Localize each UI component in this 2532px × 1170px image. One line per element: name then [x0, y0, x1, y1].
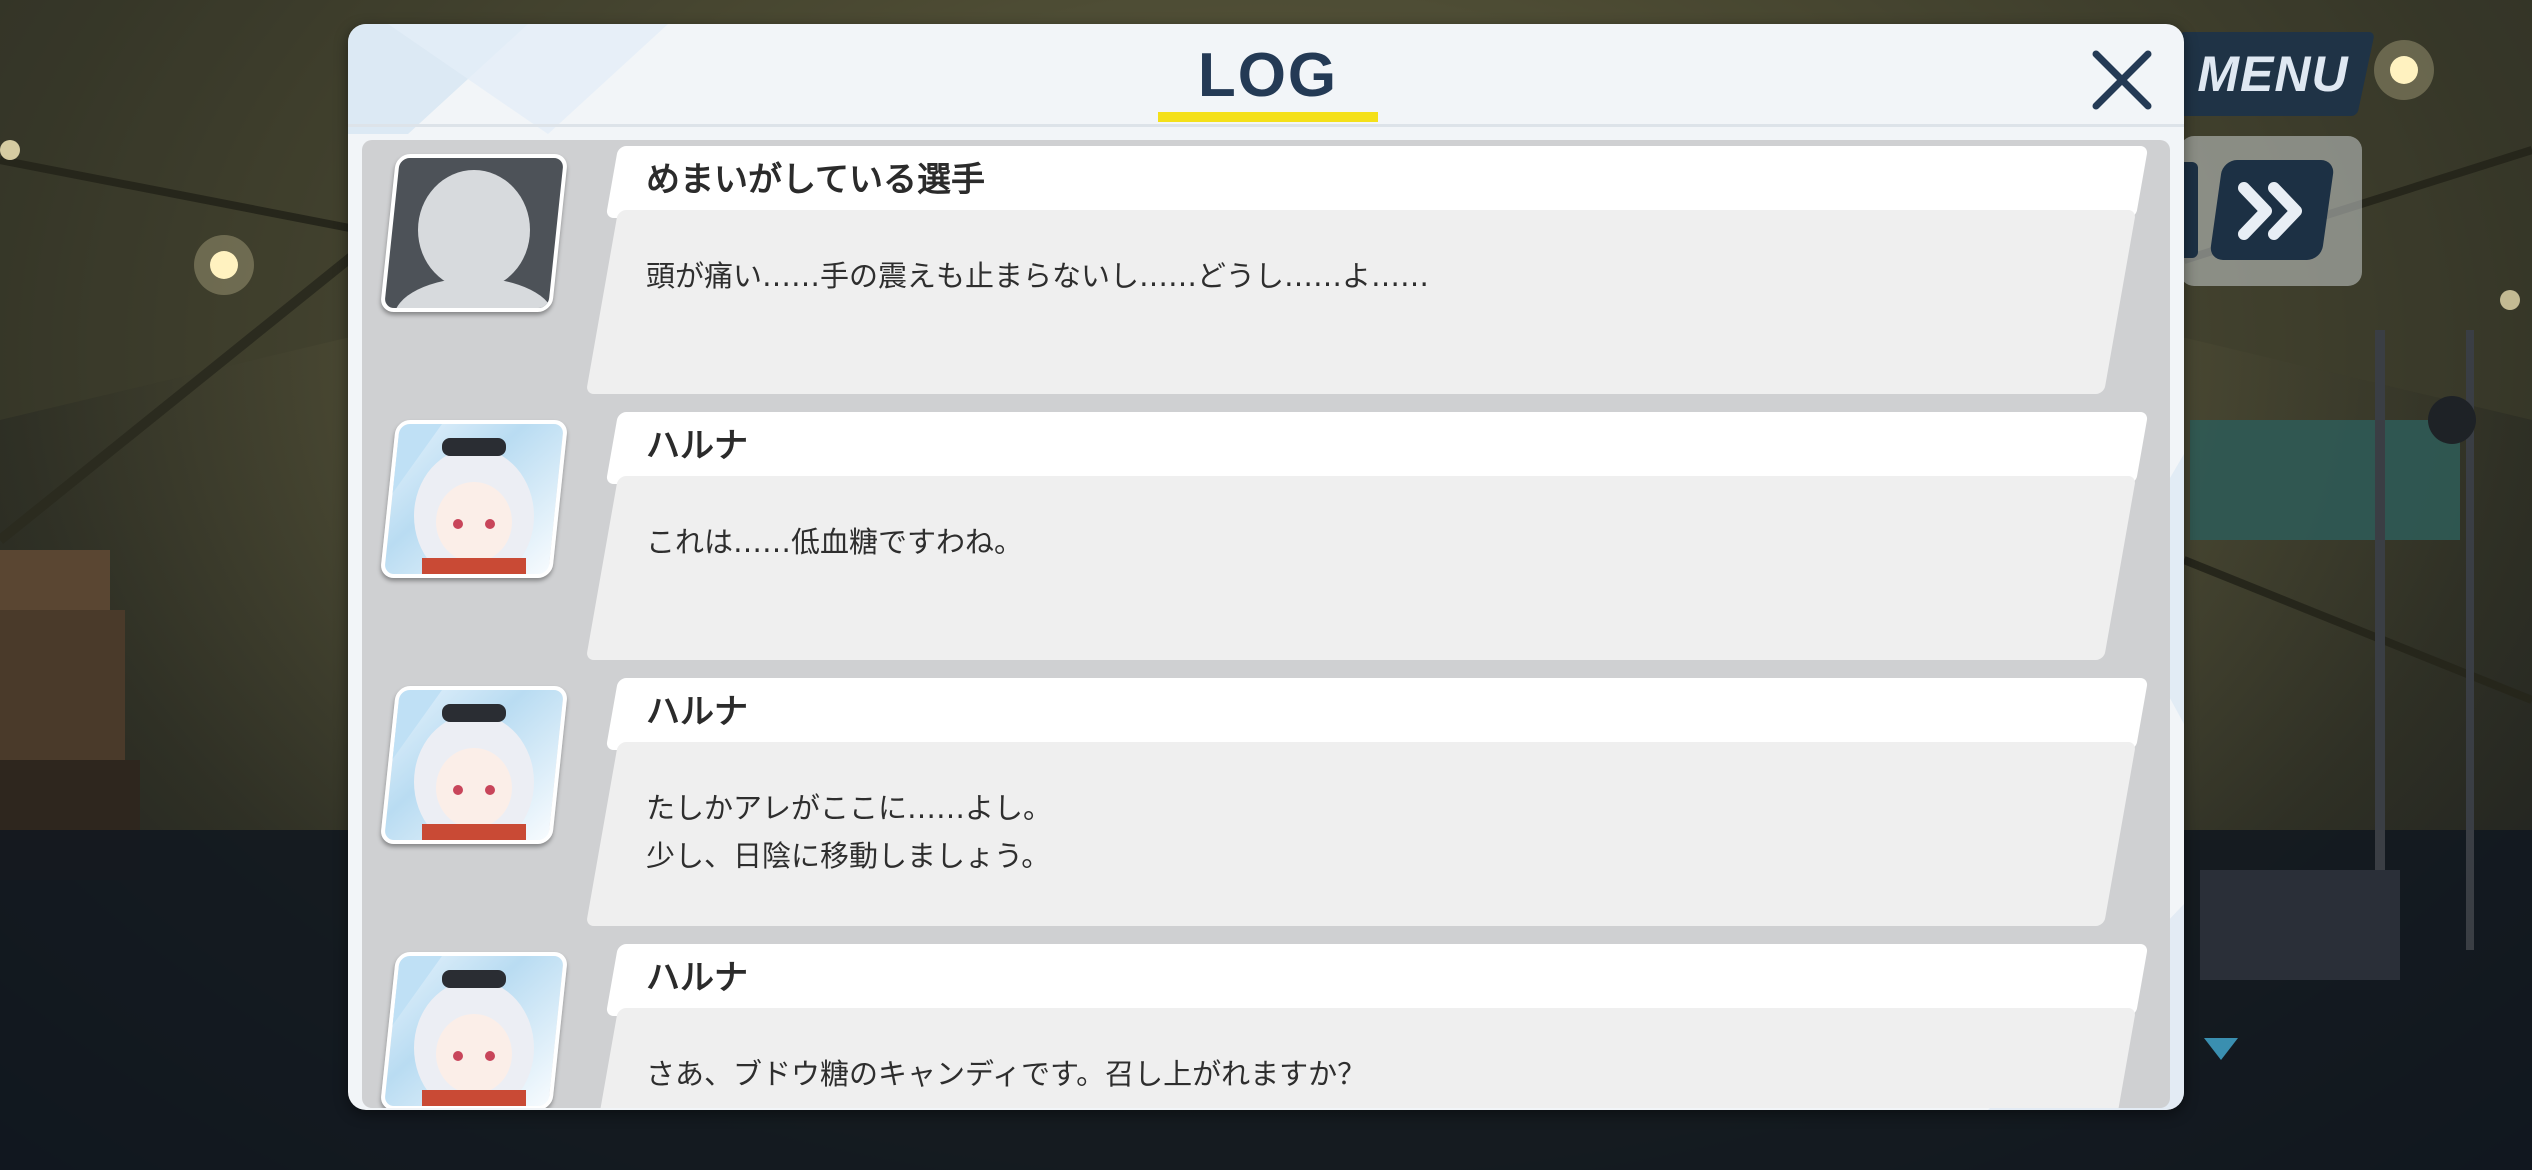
log-entry: ハルナ これは……低血糖ですわね。	[362, 412, 2170, 670]
dialogue-box	[585, 476, 2137, 660]
log-entry: ハルナ さあ、ブドウ糖のキャンディです。召し上がれますか？	[362, 944, 2170, 1108]
avatar-haruna	[379, 952, 569, 1108]
log-dialog: LOG めまいがしている選手 頭が痛い……手の震えも止まらないし……どうし……よ…	[348, 24, 2184, 1110]
dialogue-line: さあ、ブドウ糖のキャンディです。召し上がれますか？	[646, 1057, 1367, 1091]
dialogue-box	[585, 210, 2137, 394]
log-list[interactable]: めまいがしている選手 頭が痛い……手の震えも止まらないし……どうし……よ…… ハ…	[362, 140, 2170, 1108]
avatar-haruna	[379, 686, 569, 844]
dialogue-line: これは……低血糖ですわね。	[646, 525, 1024, 559]
log-entry: めまいがしている選手 頭が痛い……手の震えも止まらないし……どうし……よ……	[362, 146, 2170, 404]
menu-button-label: MENU	[2197, 46, 2349, 102]
fast-forward-icon	[2238, 182, 2302, 240]
speaker-name: ハルナ	[646, 692, 748, 732]
log-title: LOG	[1197, 41, 1339, 110]
close-icon[interactable]	[2080, 38, 2164, 122]
character-portrait-icon	[392, 690, 534, 840]
avatar-haruna	[379, 420, 569, 578]
dialogue-line: 頭が痛い……手の震えも止まらないし……どうし……よ……	[646, 259, 1430, 293]
character-portrait-icon	[392, 424, 534, 574]
title-underline	[1158, 112, 1378, 122]
name-plate	[605, 678, 2149, 750]
log-header: LOG	[348, 24, 2184, 124]
speaker-name: ハルナ	[646, 958, 748, 998]
scroll-down-icon	[2204, 1038, 2238, 1060]
character-portrait-icon	[392, 956, 534, 1106]
name-plate	[605, 412, 2149, 484]
speaker-name: ハルナ	[646, 426, 748, 466]
silhouette-icon	[394, 170, 554, 308]
log-entry: ハルナ たしかアレがここに……よし。 少し、日陰に移動しましょう。	[362, 678, 2170, 936]
name-plate	[605, 944, 2149, 1016]
avatar-unknown	[379, 154, 569, 312]
header-divider	[348, 124, 2184, 127]
dialogue-line: たしかアレがここに……よし。	[646, 791, 1053, 825]
dialogue-line: 少し、日陰に移動しましょう。	[646, 839, 1051, 873]
speaker-name: めまいがしている選手	[646, 160, 985, 200]
